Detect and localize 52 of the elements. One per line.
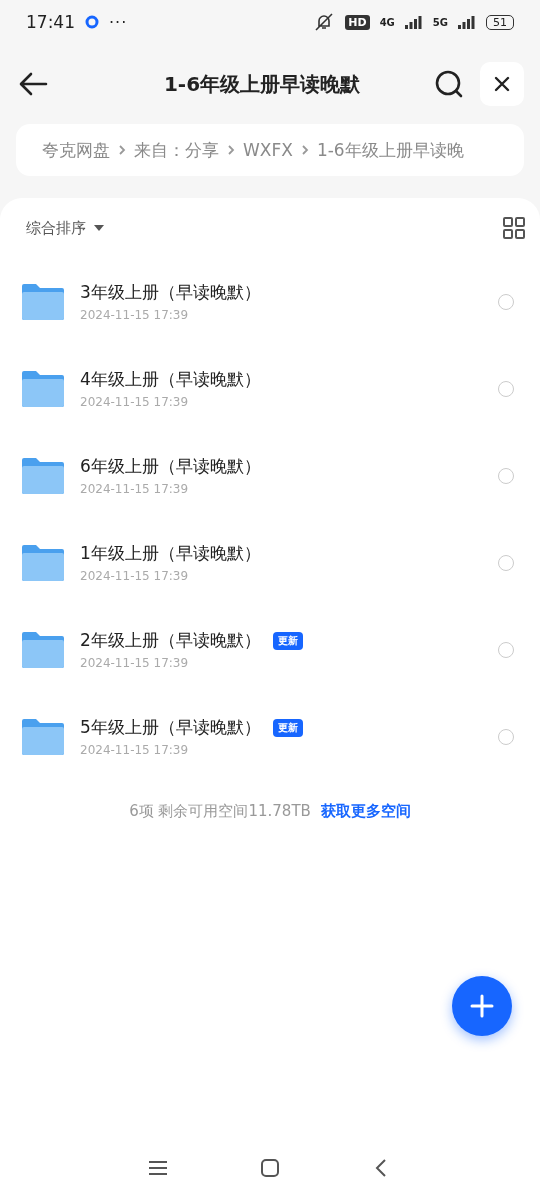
breadcrumb-item[interactable]: 夸克网盘	[42, 138, 110, 162]
sort-dropdown[interactable]: 综合排序	[26, 218, 104, 238]
folder-name[interactable]: 3年级上册（早读晚默）	[80, 281, 261, 304]
grid-view-button[interactable]	[502, 216, 526, 240]
folder-name[interactable]: 5年级上册（早读晚默）	[80, 716, 261, 739]
modified-date: 2024-11-15 17:39	[80, 656, 190, 670]
folder-icon	[20, 716, 66, 757]
folder-name[interactable]: 1年级上册（早读晚默）	[80, 542, 261, 565]
home-nav-button[interactable]	[259, 1157, 281, 1179]
close-icon	[493, 75, 511, 93]
folder-icon	[20, 368, 66, 409]
more-notifications: ···	[109, 12, 128, 32]
chevron-icon	[227, 144, 235, 156]
plus-icon	[470, 994, 494, 1018]
breadcrumb-item[interactable]: WXFX	[243, 140, 293, 160]
status-time: 17:41	[26, 12, 75, 32]
close-button[interactable]	[480, 62, 524, 106]
folder-icon	[20, 542, 66, 583]
select-radio[interactable]	[498, 728, 514, 745]
select-radio[interactable]	[498, 380, 514, 397]
network-label: 5G	[432, 16, 448, 28]
network-label: 4G	[379, 16, 395, 28]
chevron-icon	[118, 144, 126, 156]
select-radio[interactable]	[498, 554, 514, 571]
chevron-icon	[300, 144, 309, 156]
folder-icon	[20, 281, 66, 322]
folder-name[interactable]: 4年级上册（早读晚默）	[80, 368, 261, 391]
modified-date: 2024-11-15 17:39	[80, 395, 190, 409]
hd-indicator: HD	[345, 14, 370, 30]
breadcrumb-item[interactable]: 1-6年级上册早读晚	[316, 138, 464, 162]
app-notification-icon	[85, 15, 99, 29]
modified-date: 2024-11-15 17:39	[80, 569, 190, 583]
caret-icon	[94, 225, 104, 231]
select-radio[interactable]	[498, 641, 514, 658]
modified-date: 2024-11-15 17:39	[80, 308, 190, 322]
update-badge: 更新	[272, 718, 303, 737]
mute-icon	[313, 12, 336, 32]
folder-icon	[20, 455, 66, 496]
page-title: 1-6年级上册早读晚默	[162, 70, 362, 98]
select-radio[interactable]	[498, 293, 514, 310]
signal-icon	[404, 15, 423, 29]
folder-name[interactable]: 6年级上册（早读晚默）	[80, 455, 261, 478]
get-more-space-link[interactable]: 获取更多空间	[320, 802, 411, 821]
signal-icon	[458, 15, 476, 29]
battery-level: 51	[486, 14, 514, 30]
folder-name[interactable]: 2年级上册（早读晚默）	[80, 629, 261, 652]
update-badge: 更新	[272, 631, 303, 650]
folder-icon	[20, 629, 66, 670]
select-radio[interactable]	[498, 467, 514, 484]
modified-date: 2024-11-15 17:39	[80, 743, 190, 757]
storage-summary: 6项 剩余可用空间11.78TB	[129, 802, 311, 821]
modified-date: 2024-11-15 17:39	[80, 482, 190, 496]
